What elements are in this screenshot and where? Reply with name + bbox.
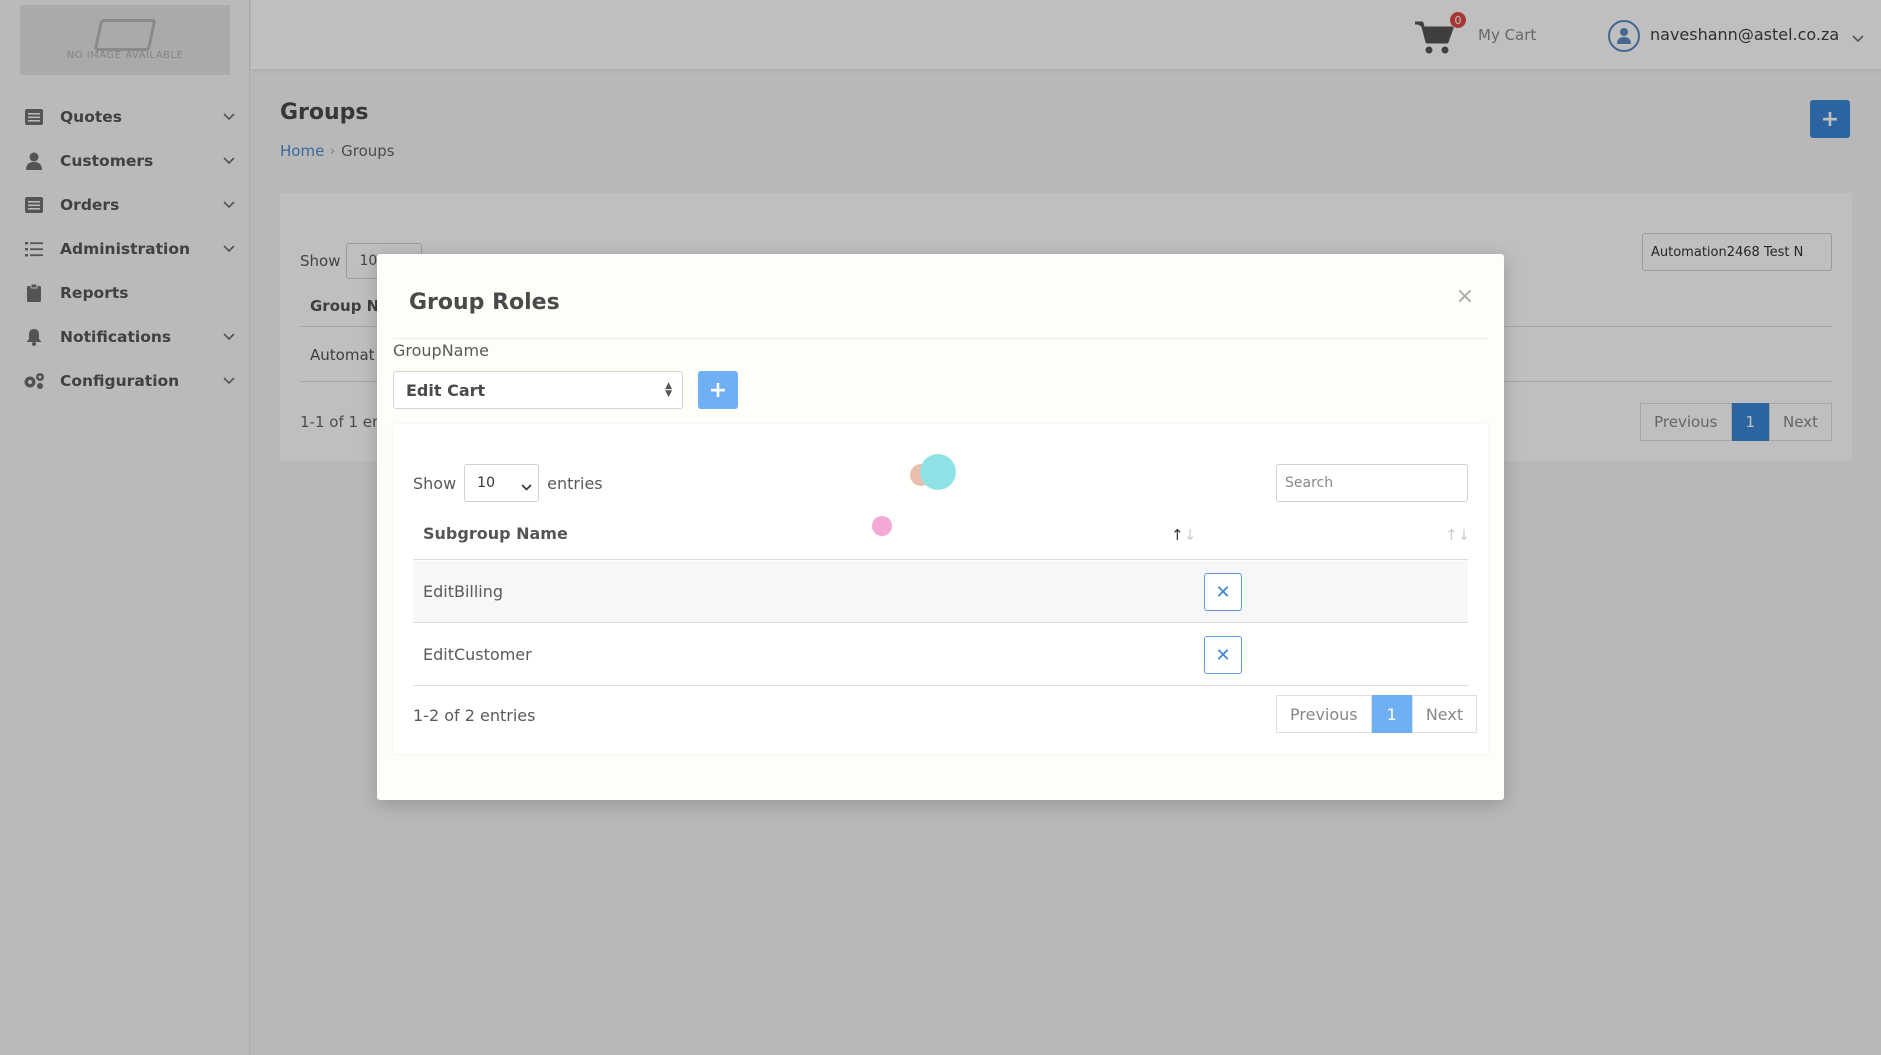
entries-control: Show 10 entries [413, 464, 603, 502]
loading-spinner-dot [920, 454, 956, 490]
entries-select[interactable]: 10 [464, 464, 540, 502]
pagination-previous[interactable]: Previous [1276, 695, 1372, 733]
group-name-label: GroupName [393, 341, 489, 360]
close-icon: ✕ [1215, 644, 1231, 666]
table-info: 1-2 of 2 entries [413, 706, 536, 725]
modal-title: Group Roles [409, 290, 560, 315]
group-roles-modal: Group Roles × GroupName Edit Cart ▲ ▼ + S… [377, 254, 1504, 800]
table-row: EditCustomer ✕ [413, 624, 1468, 686]
column-header-subgroup-name[interactable]: Subgroup Name [413, 524, 568, 543]
close-icon: ✕ [1215, 581, 1231, 603]
group-name-select[interactable]: Edit Cart ▲ ▼ [393, 371, 683, 409]
group-name-value: Edit Cart [406, 380, 486, 400]
subgroup-name-cell: EditCustomer [423, 645, 532, 664]
table-header: Subgroup Name ↑↓ ↑↓ [413, 508, 1470, 560]
pagination-next[interactable]: Next [1411, 695, 1478, 733]
select-caret-icon: ▲ ▼ [665, 381, 672, 399]
sort-icon[interactable]: ↑↓ [1445, 526, 1470, 544]
show-label: Show [413, 473, 457, 493]
loading-spinner-dot [872, 516, 892, 536]
sort-asc-icon[interactable]: ↑↓ [1171, 526, 1196, 544]
pagination-page[interactable]: 1 [1371, 695, 1412, 733]
chevron-down-icon [521, 479, 532, 495]
remove-subgroup-button[interactable]: ✕ [1204, 573, 1242, 611]
remove-subgroup-button[interactable]: ✕ [1204, 636, 1242, 674]
close-icon[interactable]: × [1456, 284, 1474, 309]
table-row: EditBilling ✕ [413, 561, 1468, 623]
entries-value: 10 [477, 475, 495, 491]
subgroup-name-cell: EditBilling [423, 582, 504, 601]
pagination: Previous 1 Next [1276, 695, 1478, 733]
search-input[interactable]: Search [1276, 464, 1468, 502]
divider [393, 338, 1488, 339]
entries-label: entries [547, 473, 603, 493]
add-subgroup-button[interactable]: + [698, 371, 738, 409]
